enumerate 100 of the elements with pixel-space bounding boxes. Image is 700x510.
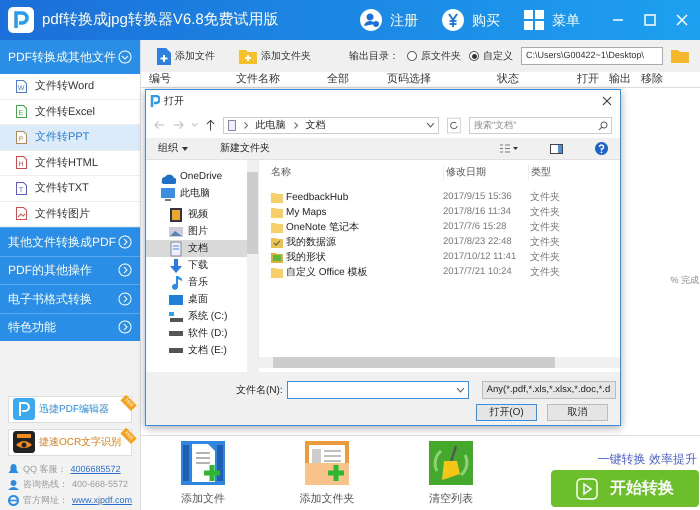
radio-button[interactable] — [469, 51, 480, 61]
column-header: 文件名称 — [236, 72, 282, 88]
file-date: 2017/8/16 11:34 — [443, 205, 512, 220]
file-name: 我的形状 — [286, 250, 326, 265]
refresh-icon[interactable] — [447, 116, 461, 134]
file-row[interactable]: FeedbackHub 2017/9/15 15:36 文件夹 — [259, 190, 620, 205]
file-date: 2017/9/15 15:36 — [443, 190, 513, 204]
progress-text: % 完成 — [670, 274, 700, 287]
file-date: 2017/8/23 22:48 — [443, 235, 513, 250]
nav-item[interactable]: 文档 (E:) — [146, 342, 258, 359]
drive-icon — [169, 331, 183, 336]
column-header: 全部 — [327, 72, 350, 88]
contact-link[interactable]: 4006685572 — [70, 462, 121, 476]
folder-plus-icon — [239, 48, 258, 64]
cancel-button[interactable]: 取消 — [547, 404, 608, 421]
file-type: 文件夹 — [529, 206, 560, 220]
chevron-down-icon[interactable] — [427, 122, 434, 128]
bottom-action-button[interactable]: 清空列表 — [427, 440, 476, 507]
help-icon[interactable] — [595, 142, 608, 155]
nav-item[interactable]: 桌面 — [146, 291, 258, 308]
sidebar-item[interactable]: 文件转图片 — [0, 202, 140, 227]
file-type: 文件夹 — [529, 190, 560, 205]
contact-link[interactable]: www.xjpdf.com — [72, 494, 132, 507]
toolbar-button[interactable]: 添加文件 — [157, 48, 216, 64]
chevron-down-icon — [456, 388, 464, 392]
maximize-icon[interactable] — [644, 14, 656, 26]
nav-item[interactable]: 下载 — [146, 257, 258, 274]
file-date: 2017/7/6 15:28 — [443, 220, 508, 234]
drive-icon — [169, 348, 183, 353]
folder-icon — [271, 222, 283, 233]
file-row[interactable]: 我的数据源 2017/8/23 22:48 文件夹 — [259, 235, 620, 250]
app-logo-icon — [150, 95, 160, 107]
chevron-right-icon — [244, 122, 248, 128]
preview-pane-icon[interactable] — [550, 144, 563, 154]
bottom-action-button[interactable]: 添加文件 — [179, 440, 228, 507]
play-icon — [576, 478, 598, 500]
close-icon[interactable] — [602, 96, 612, 106]
document-icon — [168, 240, 184, 256]
breadcrumb-item[interactable]: 文档 — [306, 118, 326, 132]
down-arrow-icon — [168, 258, 184, 274]
radio-label: 自定义 — [483, 50, 514, 64]
path-field[interactable]: C:\Users\G00422~1\Desktop\ — [521, 47, 664, 65]
horizontal-scrollbar[interactable] — [259, 357, 620, 368]
open-button[interactable]: 打开(O) — [476, 404, 537, 421]
back-arrow-icon[interactable] — [154, 120, 166, 130]
file-row[interactable]: My Maps 2017/8/16 11:34 文件夹 — [259, 205, 620, 220]
chevron-right-icon — [294, 122, 298, 128]
column-header: 打开 — [577, 72, 600, 88]
column-header: 移除 — [641, 72, 664, 88]
grid-icon — [524, 10, 544, 30]
nav-item[interactable]: 音乐 — [146, 274, 258, 291]
file-date: 2017/10/12 11:41 — [443, 250, 518, 264]
address-bar[interactable]: 此电脑 文档 — [222, 116, 440, 134]
document-icon — [228, 120, 236, 130]
organize-menu[interactable]: 组织 — [158, 141, 188, 156]
contact-label: QQ 客服： — [23, 462, 67, 476]
header-action-button[interactable]: 注册 — [360, 9, 418, 31]
file-row[interactable]: 自定义 Office 模板 2017/7/21 10:24 文件夹 — [259, 265, 620, 280]
nav-item[interactable]: 系统 (C:) — [146, 308, 258, 325]
file-row[interactable]: OneNote 笔记本 2017/7/6 15:28 文件夹 — [259, 220, 620, 235]
caret-icon — [182, 146, 188, 150]
folder-icon — [271, 267, 283, 278]
view-list-icon[interactable] — [500, 144, 518, 153]
broom-icon — [429, 440, 474, 484]
nav-item[interactable]: 图片 — [146, 223, 258, 240]
nav-item[interactable]: 此电脑 — [146, 185, 258, 202]
file-type: 文件夹 — [529, 220, 560, 235]
file-type: 文件夹 — [529, 266, 560, 280]
column-header[interactable]: 类型 — [528, 165, 551, 180]
contact-label: 官方网址： — [23, 494, 68, 506]
shapes-folder-icon — [271, 252, 283, 263]
file-name: 我的数据源 — [286, 236, 336, 250]
new-folder-button[interactable]: 新建文件夹 — [220, 141, 270, 156]
nav-item[interactable]: 软件 (D:) — [146, 325, 258, 342]
column-header: 编号 — [149, 72, 172, 88]
chevron-right-icon — [118, 263, 132, 278]
nav-item[interactable]: OneDrive — [146, 168, 258, 185]
search-field[interactable]: 搜索"文档" — [469, 116, 612, 134]
scrollbar[interactable] — [247, 160, 258, 372]
nav-item[interactable]: 视频 — [146, 206, 258, 223]
yen-icon — [442, 9, 464, 31]
chevron-down-icon — [118, 50, 132, 64]
column-header[interactable]: 修改日期 — [443, 165, 528, 180]
up-arrow-icon[interactable] — [206, 119, 215, 131]
radio-button[interactable] — [407, 51, 418, 61]
monitor-icon — [160, 186, 176, 202]
add-file-icon — [181, 440, 226, 484]
chevron-right-icon — [118, 234, 132, 249]
filename-field[interactable] — [286, 381, 469, 399]
file-name: 自定义 Office 模板 — [286, 266, 368, 280]
chevron-right-icon — [118, 320, 132, 334]
column-header[interactable]: 名称 — [259, 165, 443, 180]
folder-check-icon — [271, 237, 283, 248]
file-name: OneNote 笔记本 — [286, 220, 359, 235]
file-type-dropdown[interactable]: Any(*.pdf,*.xls,*.xlsx,*.doc,*.d — [482, 381, 616, 399]
folder-icon — [271, 207, 283, 218]
breadcrumb-item[interactable]: 此电脑 — [256, 118, 286, 132]
file-row[interactable]: 我的形状 2017/10/12 11:41 文件夹 — [259, 250, 620, 265]
toolbar-button[interactable]: 添加文件夹 — [239, 48, 312, 64]
forward-arrow-icon[interactable] — [173, 120, 184, 130]
